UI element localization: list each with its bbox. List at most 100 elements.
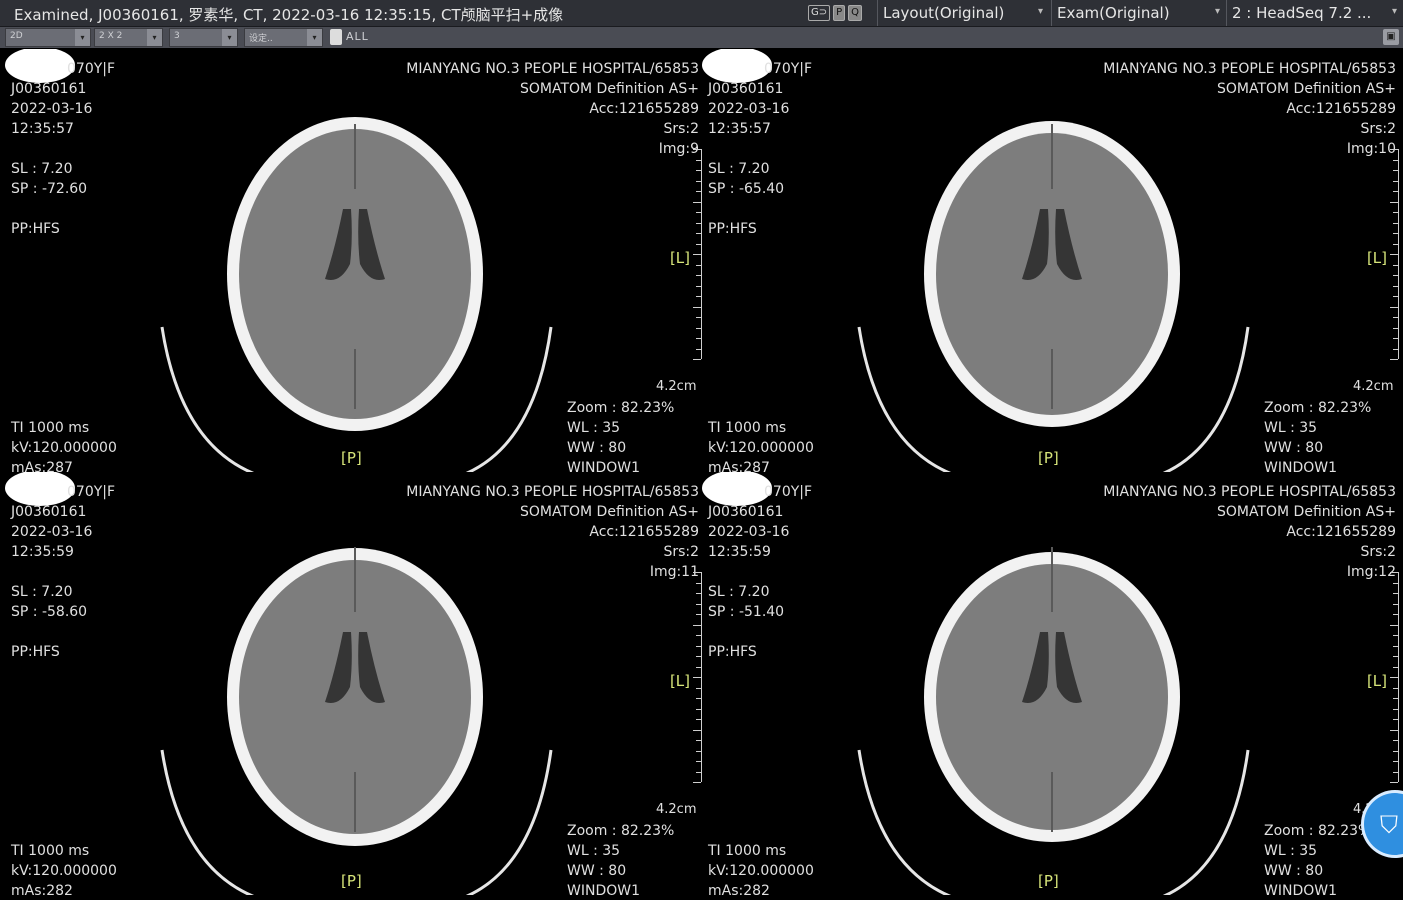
ruler-tick bbox=[693, 677, 701, 678]
chevron-down-icon: ▾ bbox=[1214, 6, 1220, 17]
shield-icon: ⛉ bbox=[1380, 811, 1398, 839]
layout-dropdown[interactable]: Layout(Original) ▾ bbox=[877, 0, 1049, 26]
window-width: WW : 80 bbox=[1264, 440, 1324, 456]
ruler-tick bbox=[1393, 771, 1398, 773]
all-button[interactable]: ALL bbox=[346, 30, 369, 43]
kv-value: kV:120.000000 bbox=[708, 440, 814, 456]
ruler-tick bbox=[696, 159, 701, 161]
zoom-level: Zoom : 82.23% bbox=[567, 823, 675, 839]
kv-value: kV:120.000000 bbox=[11, 863, 117, 879]
ruler-tick bbox=[1390, 201, 1398, 203]
chevron-down-icon[interactable]: ▾ bbox=[222, 29, 237, 46]
exam-dropdown[interactable]: Exam(Original) ▾ bbox=[1051, 0, 1226, 26]
ruler-tick bbox=[1393, 645, 1398, 647]
ruler-tick bbox=[1390, 359, 1398, 360]
study-date: 2022-03-16 bbox=[11, 524, 93, 540]
ruler-tick bbox=[1393, 285, 1398, 287]
ruler-tick bbox=[696, 761, 701, 762]
accession-number: Acc:121655289 bbox=[1286, 524, 1396, 540]
overlay-bottom-right: Zoom : 82.23% WL : 35 WW : 80 WINDOW1 bbox=[1264, 821, 1371, 895]
ruler-tick bbox=[696, 327, 701, 329]
window-preset: WINDOW1 bbox=[1264, 460, 1337, 472]
slice-position: SP : -72.60 bbox=[11, 181, 88, 197]
orientation-posterior-marker: [P] bbox=[341, 449, 362, 467]
ruler-tick bbox=[693, 149, 701, 150]
title-bar: Examined, J00360161, 罗素华, CT, 2022-03-16… bbox=[0, 0, 1403, 27]
layout-label: Layout(Original) bbox=[883, 4, 1005, 22]
ruler-tick bbox=[696, 243, 701, 245]
chevron-down-icon: ▾ bbox=[1037, 6, 1043, 17]
ruler-tick bbox=[1393, 708, 1398, 710]
ruler-tick bbox=[696, 191, 701, 192]
slice-thickness: SL : 7.20 bbox=[11, 584, 73, 600]
chevron-down-icon[interactable]: ▾ bbox=[307, 29, 322, 46]
screen-icon[interactable]: ▣ bbox=[1383, 29, 1399, 45]
ruler-tick bbox=[696, 656, 701, 657]
pen-icon[interactable] bbox=[330, 29, 342, 45]
time-interval: TI 1000 ms bbox=[708, 843, 787, 859]
ruler-tick bbox=[1393, 582, 1398, 584]
ruler-tick bbox=[696, 687, 701, 689]
viewport-2[interactable]: 070Y|F J00360161 2022-03-16 12:35:57 SL … bbox=[702, 49, 1399, 472]
viewport-1[interactable]: 070Y|F J00360161 2022-03-16 12:35:57 SL … bbox=[5, 49, 702, 472]
ruler-tick bbox=[1390, 572, 1398, 573]
patient-position: PP:HFS bbox=[11, 644, 60, 660]
q-icon[interactable]: Q bbox=[848, 5, 863, 21]
patient-id: J00360161 bbox=[708, 504, 784, 520]
ruler-tick bbox=[696, 233, 701, 234]
ruler-tick bbox=[1393, 233, 1398, 234]
ruler-tick bbox=[1393, 159, 1398, 161]
ruler-tick bbox=[1393, 740, 1398, 741]
ruler-tick bbox=[696, 222, 701, 224]
ruler-tick bbox=[1393, 635, 1398, 636]
image-number: Img:12 bbox=[1346, 564, 1396, 580]
ruler-tick bbox=[1393, 191, 1398, 192]
chevron-down-icon[interactable]: ▾ bbox=[75, 29, 90, 46]
link-sync-icon[interactable]: G⊃ bbox=[808, 5, 831, 21]
scale-ruler bbox=[693, 149, 702, 360]
overlay-top-right: MIANYANG NO.3 PEOPLE HOSPITAL/65853 SOMA… bbox=[1103, 59, 1396, 159]
ruler-tick bbox=[696, 348, 701, 350]
mas-value: mAs:282 bbox=[11, 883, 73, 895]
chevron-down-icon[interactable]: ▾ bbox=[147, 29, 162, 46]
ruler-tick bbox=[693, 306, 701, 308]
time-interval: TI 1000 ms bbox=[11, 843, 90, 859]
ruler-tick bbox=[696, 593, 701, 594]
window-preset: WINDOW1 bbox=[567, 883, 640, 895]
overlay-top-left: 070Y|F J00360161 2022-03-16 12:35:57 SL … bbox=[11, 59, 115, 239]
viewport-3[interactable]: 070Y|F J00360161 2022-03-16 12:35:59 SL … bbox=[5, 472, 702, 895]
p-icon[interactable]: P bbox=[833, 5, 846, 21]
ruler-tick bbox=[693, 729, 701, 731]
orientation-posterior-marker: [P] bbox=[341, 872, 362, 890]
mode-select[interactable]: 2D ▾ bbox=[5, 28, 91, 47]
image-number: Img:9 bbox=[658, 141, 699, 157]
viewport-4[interactable]: 070Y|F J00360161 2022-03-16 12:35:59 SL … bbox=[702, 472, 1399, 895]
scale-ruler bbox=[1390, 572, 1399, 783]
ruler-tick bbox=[696, 296, 701, 297]
grid-select[interactable]: 2 X 2 ▾ bbox=[94, 28, 163, 47]
patient-info: 070Y|F bbox=[764, 484, 813, 500]
window-width: WW : 80 bbox=[1264, 863, 1324, 879]
patient-position: PP:HFS bbox=[708, 221, 757, 237]
ruler-tick bbox=[1393, 338, 1398, 339]
overlay-top-right: MIANYANG NO.3 PEOPLE HOSPITAL/65853 SOMA… bbox=[1103, 482, 1396, 582]
overlay-bottom-right: Zoom : 82.23% WL : 35 WW : 80 WINDOW1 bbox=[567, 821, 674, 895]
value-select[interactable]: 3 ▾ bbox=[169, 28, 238, 47]
series-dropdown[interactable]: 2 : HeadSeq 7.2 ... ▾ bbox=[1226, 0, 1403, 26]
ruler-tick bbox=[1393, 603, 1398, 605]
slice-position: SP : -65.40 bbox=[708, 181, 785, 197]
mode-value: 2D bbox=[10, 31, 23, 41]
exam-label: Exam(Original) bbox=[1057, 4, 1170, 22]
study-time: 12:35:57 bbox=[708, 121, 771, 137]
ruler-tick bbox=[696, 771, 701, 773]
overlay-top-left: 070Y|F J00360161 2022-03-16 12:35:59 SL … bbox=[11, 482, 115, 662]
scale-ruler bbox=[1390, 149, 1399, 360]
scanner-model: SOMATOM Definition AS+ bbox=[1216, 81, 1396, 97]
mas-value: mAs:282 bbox=[708, 883, 770, 895]
zoom-level: Zoom : 82.23% bbox=[1264, 823, 1372, 839]
link-icons[interactable]: G⊃ P Q bbox=[808, 5, 863, 21]
ruler-tick bbox=[1393, 170, 1398, 171]
overlay-top-left: 070Y|F J00360161 2022-03-16 12:35:57 SL … bbox=[708, 59, 812, 239]
overlay-bottom-right: Zoom : 82.23% WL : 35 WW : 80 WINDOW1 bbox=[1264, 398, 1371, 472]
preset-select[interactable]: 设定.. ▾ bbox=[244, 28, 323, 47]
